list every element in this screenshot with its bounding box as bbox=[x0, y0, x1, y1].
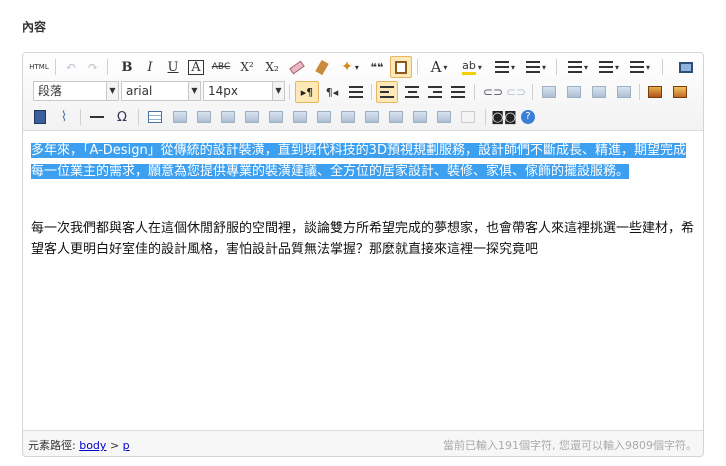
insert-col-icon[interactable] bbox=[241, 106, 263, 128]
image-right-icon[interactable] bbox=[588, 81, 610, 103]
separator bbox=[639, 84, 640, 100]
font-size-value: 14px bbox=[208, 84, 238, 98]
split-cells-icon[interactable] bbox=[361, 106, 383, 128]
underline-button[interactable]: U bbox=[163, 56, 183, 78]
word-count: 當前已輸入191個字符, 您還可以輸入9809個字符。 bbox=[443, 439, 697, 452]
editor-content-area[interactable]: 多年來，「A-Design」從傳統的設計裝潢，直到現代科技的3D預視規劃服務，設… bbox=[23, 132, 703, 432]
eraser-icon[interactable] bbox=[286, 56, 308, 78]
source-html-button[interactable]: HTML bbox=[27, 56, 51, 78]
split-rows-icon[interactable] bbox=[385, 106, 407, 128]
element-path: 元素路徑: body > p bbox=[28, 437, 130, 453]
separator bbox=[289, 84, 290, 100]
italic-button[interactable]: I bbox=[140, 56, 160, 78]
strikethrough-button[interactable]: ABC bbox=[209, 56, 233, 78]
table-props-icon[interactable] bbox=[433, 106, 455, 128]
font-border-label: A bbox=[188, 59, 204, 75]
special-chars-button[interactable]: Ω bbox=[111, 106, 133, 128]
path-link-p[interactable]: p bbox=[123, 439, 130, 452]
insert-table-icon[interactable] bbox=[144, 106, 166, 128]
font-size-select[interactable]: 14px ▼ bbox=[203, 81, 285, 101]
merge-down-icon[interactable] bbox=[337, 106, 359, 128]
link-icon[interactable]: ⊂⊃ bbox=[482, 81, 504, 103]
merge-cells-icon[interactable] bbox=[289, 106, 311, 128]
toolbar-row-1: HTML ↶ ↷ B I U A ABC X² X₂ ✦ ❝❝ A ab bbox=[23, 56, 703, 78]
path-separator: > bbox=[109, 439, 120, 452]
paragraph[interactable]: 每一次我們都與客人在這個休閒舒服的空間裡，談論雙方所希望完成的夢想家，也會帶客人… bbox=[31, 218, 695, 260]
chevron-down-icon: ▼ bbox=[272, 82, 284, 100]
subscript-button[interactable]: X₂ bbox=[261, 56, 283, 78]
word-image-icon[interactable] bbox=[457, 106, 479, 128]
rich-text-editor: HTML ↶ ↷ B I U A ABC X² X₂ ✦ ❝❝ A ab bbox=[22, 52, 704, 457]
align-right-icon[interactable] bbox=[424, 81, 446, 103]
fullscreen-icon[interactable] bbox=[675, 56, 697, 78]
paragraph-select-value: 段落 bbox=[38, 84, 63, 98]
separator bbox=[371, 84, 372, 100]
unlink-icon[interactable]: ⊂⊃ bbox=[505, 81, 527, 103]
separator bbox=[662, 59, 663, 75]
insert-row-icon[interactable] bbox=[193, 106, 215, 128]
bold-button[interactable]: B bbox=[117, 56, 137, 78]
selected-text: 多年來，「A-Design」從傳統的設計裝潢，直到現代科技的3D預視規劃服務，設… bbox=[31, 143, 686, 179]
image-none-icon[interactable] bbox=[538, 81, 560, 103]
image-left-icon[interactable] bbox=[563, 81, 585, 103]
multi-image-icon[interactable] bbox=[669, 81, 691, 103]
paragraph-selected[interactable]: 多年來，「A-Design」從傳統的設計裝潢，直到現代科技的3D預視規劃服務，設… bbox=[31, 140, 695, 182]
align-center-icon[interactable] bbox=[401, 81, 423, 103]
redo-icon[interactable]: ↷ bbox=[83, 56, 103, 78]
separator bbox=[556, 59, 557, 75]
font-border-button[interactable]: A bbox=[186, 56, 206, 78]
path-link-body[interactable]: body bbox=[79, 439, 106, 452]
separator bbox=[138, 109, 139, 125]
indent-icon[interactable] bbox=[345, 81, 367, 103]
chevron-down-icon: ▼ bbox=[106, 82, 118, 100]
toolbar-row-3: ⌇ Ω ◙◙ ? bbox=[23, 106, 703, 128]
align-left-icon[interactable] bbox=[376, 81, 398, 103]
undo-icon[interactable]: ↶ bbox=[61, 56, 81, 78]
blockquote-icon[interactable]: ❝❝ bbox=[367, 56, 387, 78]
separator bbox=[80, 109, 81, 125]
insert-video-icon[interactable] bbox=[29, 106, 51, 128]
auto-typeset-icon[interactable]: ✦ bbox=[336, 56, 364, 78]
help-icon[interactable]: ? bbox=[517, 106, 539, 128]
row-spacing-top-icon[interactable] bbox=[564, 56, 592, 78]
image-center-icon[interactable] bbox=[613, 81, 635, 103]
separator bbox=[417, 59, 418, 75]
separator bbox=[485, 109, 486, 125]
row-spacing-bottom-icon[interactable] bbox=[595, 56, 623, 78]
font-family-value: arial bbox=[126, 84, 153, 98]
separator bbox=[107, 59, 108, 75]
horizontal-rule-icon[interactable] bbox=[86, 106, 108, 128]
paragraph-select[interactable]: 段落 ▼ bbox=[33, 81, 119, 101]
line-height-icon[interactable] bbox=[626, 56, 654, 78]
delete-row-icon[interactable] bbox=[217, 106, 239, 128]
delete-table-icon[interactable] bbox=[169, 106, 191, 128]
insert-image-icon[interactable] bbox=[644, 81, 666, 103]
ordered-list-icon[interactable] bbox=[491, 56, 519, 78]
search-replace-icon[interactable]: ◙◙ bbox=[491, 106, 516, 128]
merge-right-icon[interactable] bbox=[313, 106, 335, 128]
separator bbox=[474, 84, 475, 100]
superscript-button[interactable]: X² bbox=[236, 56, 258, 78]
delete-col-icon[interactable] bbox=[265, 106, 287, 128]
toolbar-row-2: 段落 ▼ arial ▼ 14px ▼ ▸¶ ¶◂ ⊂⊃ ⊂⊃ bbox=[23, 81, 703, 103]
align-justify-icon[interactable] bbox=[447, 81, 469, 103]
direction-rtl-button[interactable]: ¶◂ bbox=[321, 81, 343, 103]
section-title: 內容 bbox=[22, 20, 47, 34]
attachment-icon[interactable]: ⌇ bbox=[53, 106, 75, 128]
element-path-label: 元素路徑: bbox=[28, 439, 76, 452]
backcolor-icon[interactable]: ab bbox=[456, 56, 488, 78]
editor-toolbar: HTML ↶ ↷ B I U A ABC X² X₂ ✦ ❝❝ A ab bbox=[23, 53, 703, 131]
unordered-list-icon[interactable] bbox=[522, 56, 550, 78]
format-painter-icon[interactable] bbox=[311, 56, 333, 78]
separator bbox=[532, 84, 533, 100]
separator bbox=[55, 59, 56, 75]
chevron-down-icon: ▼ bbox=[188, 82, 200, 100]
editor-statusbar: 元素路徑: body > p 當前已輸入191個字符, 您還可以輸入9809個字… bbox=[23, 430, 703, 456]
font-family-select[interactable]: arial ▼ bbox=[121, 81, 201, 101]
direction-ltr-button[interactable]: ▸¶ bbox=[295, 81, 319, 103]
paste-plain-icon[interactable] bbox=[390, 56, 412, 78]
forecolor-button[interactable]: A bbox=[425, 56, 453, 78]
split-cols-icon[interactable] bbox=[409, 106, 431, 128]
